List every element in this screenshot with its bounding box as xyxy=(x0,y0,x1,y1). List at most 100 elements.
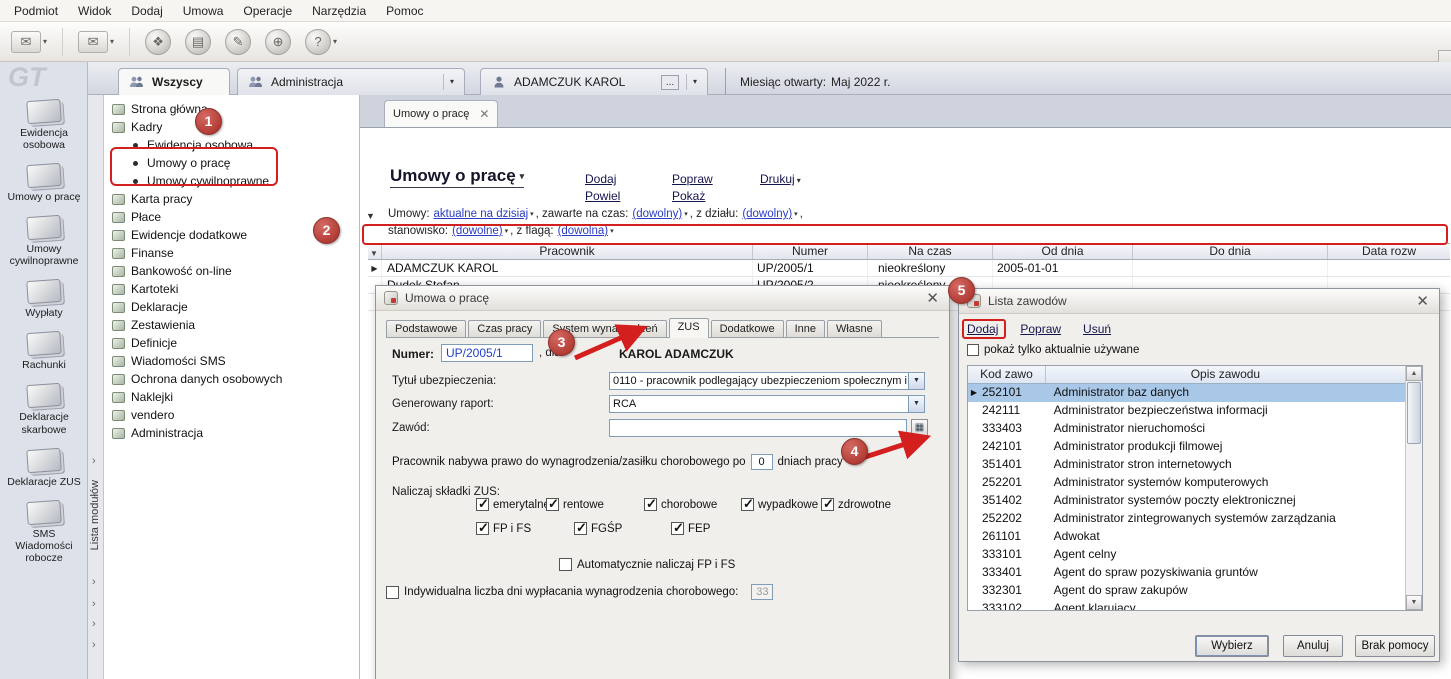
scroll-down-icon[interactable]: ▼ xyxy=(1406,595,1422,610)
filter-funnel-icon[interactable]: ▼ xyxy=(366,211,375,221)
tree-item[interactable]: Umowy cywilnoprawne xyxy=(104,172,359,190)
tree-item[interactable]: Deklaracje xyxy=(104,298,359,316)
menu-item[interactable]: Operacje xyxy=(233,1,302,21)
dialog-titlebar[interactable]: Umowa o pracę ✕ xyxy=(376,286,949,311)
profession-row[interactable]: 333101 Agent celny xyxy=(968,546,1405,564)
select-button[interactable]: Wybierz xyxy=(1195,635,1269,657)
tab-employee[interactable]: ADAMCZUK KAROL ... ▾ xyxy=(480,68,708,95)
dialog-tab[interactable]: Podstawowe xyxy=(386,320,466,337)
employee-more-button[interactable]: ... xyxy=(661,75,679,90)
menu-item[interactable]: Widok xyxy=(68,1,121,21)
scrollbar-thumb[interactable] xyxy=(1407,382,1421,444)
zus-checkbox-item[interactable]: FEP xyxy=(671,522,751,535)
help-button[interactable]: ?▾ xyxy=(302,27,340,57)
filter-value-link[interactable]: (dowolny) xyxy=(742,208,792,220)
dialog-titlebar[interactable]: Lista zawodów ✕ xyxy=(959,289,1439,314)
mail-button[interactable]: ✉▾ xyxy=(75,29,117,55)
zus-checkbox-item[interactable]: FGŚP xyxy=(574,522,671,535)
tree-item[interactable]: Definicje xyxy=(104,334,359,352)
print-link[interactable]: Drukuj▾ xyxy=(760,172,801,186)
zus-checkbox-item[interactable]: chorobowe xyxy=(644,498,741,511)
checkbox[interactable] xyxy=(386,586,399,599)
checkbox[interactable] xyxy=(476,522,489,535)
tree-item[interactable]: Umowy o pracę xyxy=(104,154,359,172)
tree-item[interactable]: Kadry xyxy=(104,118,359,136)
column-header[interactable]: Na czas xyxy=(868,244,993,259)
dialog-tab[interactable]: Czas pracy xyxy=(468,320,541,337)
checkbox[interactable] xyxy=(967,344,979,356)
add-profession-link[interactable]: Dodaj xyxy=(967,322,998,336)
show-contract-link[interactable]: Pokaż xyxy=(672,189,705,203)
auto-fp-row[interactable]: Automatycznie naliczaj FP i FS xyxy=(559,558,735,571)
checkbox[interactable] xyxy=(741,498,754,511)
delete-profession-link[interactable]: Usuń xyxy=(1083,322,1111,336)
tab-all-employees[interactable]: Wszyscy xyxy=(118,68,230,95)
tree-item[interactable]: vendero xyxy=(104,406,359,424)
chevron-down-icon[interactable]: ▼ xyxy=(908,396,924,412)
profession-row[interactable]: 252101 Administrator baz danych xyxy=(968,384,1405,402)
tree-item[interactable]: Naklejki xyxy=(104,388,359,406)
chevron-right-icon[interactable]: › xyxy=(92,598,96,610)
menu-item[interactable]: Pomoc xyxy=(376,1,433,21)
menu-item[interactable]: Dodaj xyxy=(121,1,172,21)
add-contract-link[interactable]: Dodaj xyxy=(585,172,616,186)
filter-value-link[interactable]: aktualne na dzisiaj xyxy=(434,208,529,220)
send-mail-button[interactable]: ✉▾ xyxy=(8,29,50,55)
profession-row[interactable]: 242101 Administrator produkcji filmowej xyxy=(968,438,1405,456)
filter-value-link[interactable]: (dowolne) xyxy=(452,225,503,237)
close-icon[interactable]: ✕ xyxy=(479,107,489,121)
column-header[interactable]: Od dnia xyxy=(993,244,1133,259)
module-item[interactable]: Rachunki xyxy=(0,332,88,371)
checkbox[interactable] xyxy=(644,498,657,511)
column-header[interactable]: Kod zawo xyxy=(968,366,1046,383)
filter-value-link[interactable]: (dowolna) xyxy=(558,225,609,237)
page-title-menu[interactable]: Umowy o pracę▾ xyxy=(390,166,524,188)
module-item[interactable]: Ewidencja osobowa xyxy=(0,100,88,151)
cash-button[interactable]: ❖ xyxy=(142,27,174,57)
raport-combobox[interactable]: RCA ▼ xyxy=(609,395,925,413)
document-tab-umowy[interactable]: Umowy o pracę ✕ xyxy=(384,100,498,127)
edit-contract-link[interactable]: Popraw xyxy=(672,172,713,186)
profession-row[interactable]: 242111 Administrator bezpieczeństwa info… xyxy=(968,402,1405,420)
chevron-right-icon[interactable]: › xyxy=(92,576,96,588)
individual-sick-row[interactable]: Indywidualna liczba dni wypłacania wynag… xyxy=(386,584,773,600)
profession-row[interactable]: 252202 Administrator zintegrowanych syst… xyxy=(968,510,1405,528)
column-header[interactable]: Numer xyxy=(753,244,868,259)
column-header[interactable]: Do dnia xyxy=(1133,244,1328,259)
column-header[interactable]: Data rozw xyxy=(1328,244,1450,259)
profession-row[interactable]: 333403 Administrator nieruchomości xyxy=(968,420,1405,438)
checkbox[interactable] xyxy=(574,522,587,535)
chevron-right-icon[interactable]: › xyxy=(92,639,96,651)
tree-item[interactable]: Zestawienia xyxy=(104,316,359,334)
zawod-lookup-button[interactable]: ▦ xyxy=(911,419,928,436)
chevron-down-icon[interactable]: ▾ xyxy=(686,74,697,90)
profession-row[interactable]: 333102 Agent klarujący xyxy=(968,600,1405,610)
tree-item[interactable]: Karta pracy xyxy=(104,190,359,208)
sick-days-input[interactable]: 0 xyxy=(751,454,773,470)
menu-item[interactable]: Podmiot xyxy=(4,1,68,21)
close-icon[interactable]: ✕ xyxy=(924,289,941,307)
zus-checkbox-item[interactable]: wypadkowe xyxy=(741,498,821,511)
module-item[interactable]: Umowy o pracę xyxy=(0,164,88,203)
individual-sick-days-input[interactable]: 33 xyxy=(751,584,773,600)
profession-row[interactable]: 332301 Agent do spraw zakupów xyxy=(968,582,1405,600)
edit-profession-link[interactable]: Popraw xyxy=(1020,322,1061,336)
column-header[interactable]: Pracownik xyxy=(382,244,753,259)
checkbox[interactable] xyxy=(476,498,489,511)
zawod-input[interactable] xyxy=(609,419,907,437)
module-item[interactable]: SMS Wiadomości robocze xyxy=(0,501,88,564)
dialog-tab[interactable]: Dodatkowe xyxy=(711,320,784,337)
tree-item[interactable]: Finanse xyxy=(104,244,359,262)
tree-item[interactable]: Kartoteki xyxy=(104,280,359,298)
tytul-combobox[interactable]: 0110 - pracownik podlegający ubezpieczen… xyxy=(609,372,925,390)
module-item[interactable]: Wypłaty xyxy=(0,280,88,319)
checkbox[interactable] xyxy=(821,498,834,511)
tree-item[interactable]: Ochrona danych osobowych xyxy=(104,370,359,388)
help-button[interactable]: Brak pomocy xyxy=(1355,635,1435,657)
menu-item[interactable]: Umowa xyxy=(173,1,234,21)
checkbox[interactable] xyxy=(546,498,559,511)
chevron-down-icon[interactable]: ▾ xyxy=(443,74,454,90)
zus-checkbox-item[interactable]: emerytalne xyxy=(476,498,546,511)
scroll-up-icon[interactable]: ▲ xyxy=(1406,366,1422,381)
dialog-tab[interactable]: Własne xyxy=(827,320,882,337)
